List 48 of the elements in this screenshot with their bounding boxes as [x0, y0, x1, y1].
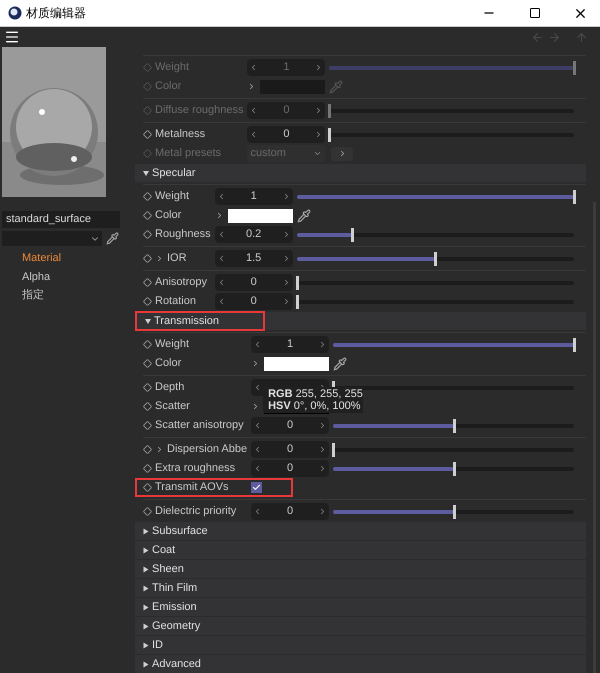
field-value: 0 [250, 294, 257, 310]
tooltip-value: 255, 255, 255 [296, 388, 363, 400]
window-title: 材质编辑器 [26, 5, 86, 22]
section-title: Specular [152, 166, 196, 181]
field-label: Dispersion Abbe [167, 442, 248, 458]
field-label: Scatter [155, 399, 190, 414]
tooltip-label: HSV [268, 400, 291, 412]
field-label: Transmit AOVs [155, 480, 229, 496]
section-title: Transmission [154, 314, 219, 329]
field-label: IOR [167, 251, 187, 266]
field-label: Weight [155, 60, 190, 76]
field-label: Dielectric priority [155, 504, 236, 520]
section-title: Emission [152, 600, 197, 615]
section-title: Subsurface [152, 524, 208, 539]
field-value: 1 [283, 60, 290, 76]
field-label: Scatter anisotropy [155, 418, 244, 434]
field-label: Weight [155, 189, 190, 204]
field-value: 0 [287, 504, 294, 520]
tooltip-value: 0°, 0%, 100% [294, 400, 361, 412]
field-value: 0 [283, 127, 290, 142]
tooltip-label: RGB [268, 388, 293, 400]
field-label: Metalness [155, 127, 206, 142]
field-value: 0.2 [246, 227, 262, 242]
section-title: Geometry [152, 618, 200, 634]
field-label: Anisotropy [155, 275, 207, 290]
section-title: Advanced [152, 656, 201, 672]
field-value: 1 [250, 189, 257, 204]
section-title: Coat [152, 542, 176, 558]
field-label: Color [155, 208, 182, 224]
field-value: 0 [287, 461, 294, 476]
section-title: Thin Film [152, 580, 198, 596]
field-value: 1.5 [246, 251, 262, 266]
field-label: Rotation [155, 294, 196, 310]
field-label: Roughness [155, 227, 211, 242]
field-value: 0 [287, 442, 294, 458]
field-label: Depth [155, 380, 184, 396]
field-value: 1 [287, 337, 294, 352]
field-label: Color [155, 356, 182, 372]
field-value: 0 [287, 418, 294, 434]
field-value: 0 [250, 275, 257, 290]
section-title: ID [152, 638, 163, 653]
section-title: Sheen [152, 562, 184, 577]
field-label: Weight [155, 337, 190, 352]
field-label: Diffuse roughness [155, 103, 244, 118]
field-label: Metal presets [155, 146, 222, 162]
field-label: Extra roughness [155, 461, 236, 476]
field-label: Color [155, 79, 182, 94]
field-value: 0 [283, 103, 290, 118]
